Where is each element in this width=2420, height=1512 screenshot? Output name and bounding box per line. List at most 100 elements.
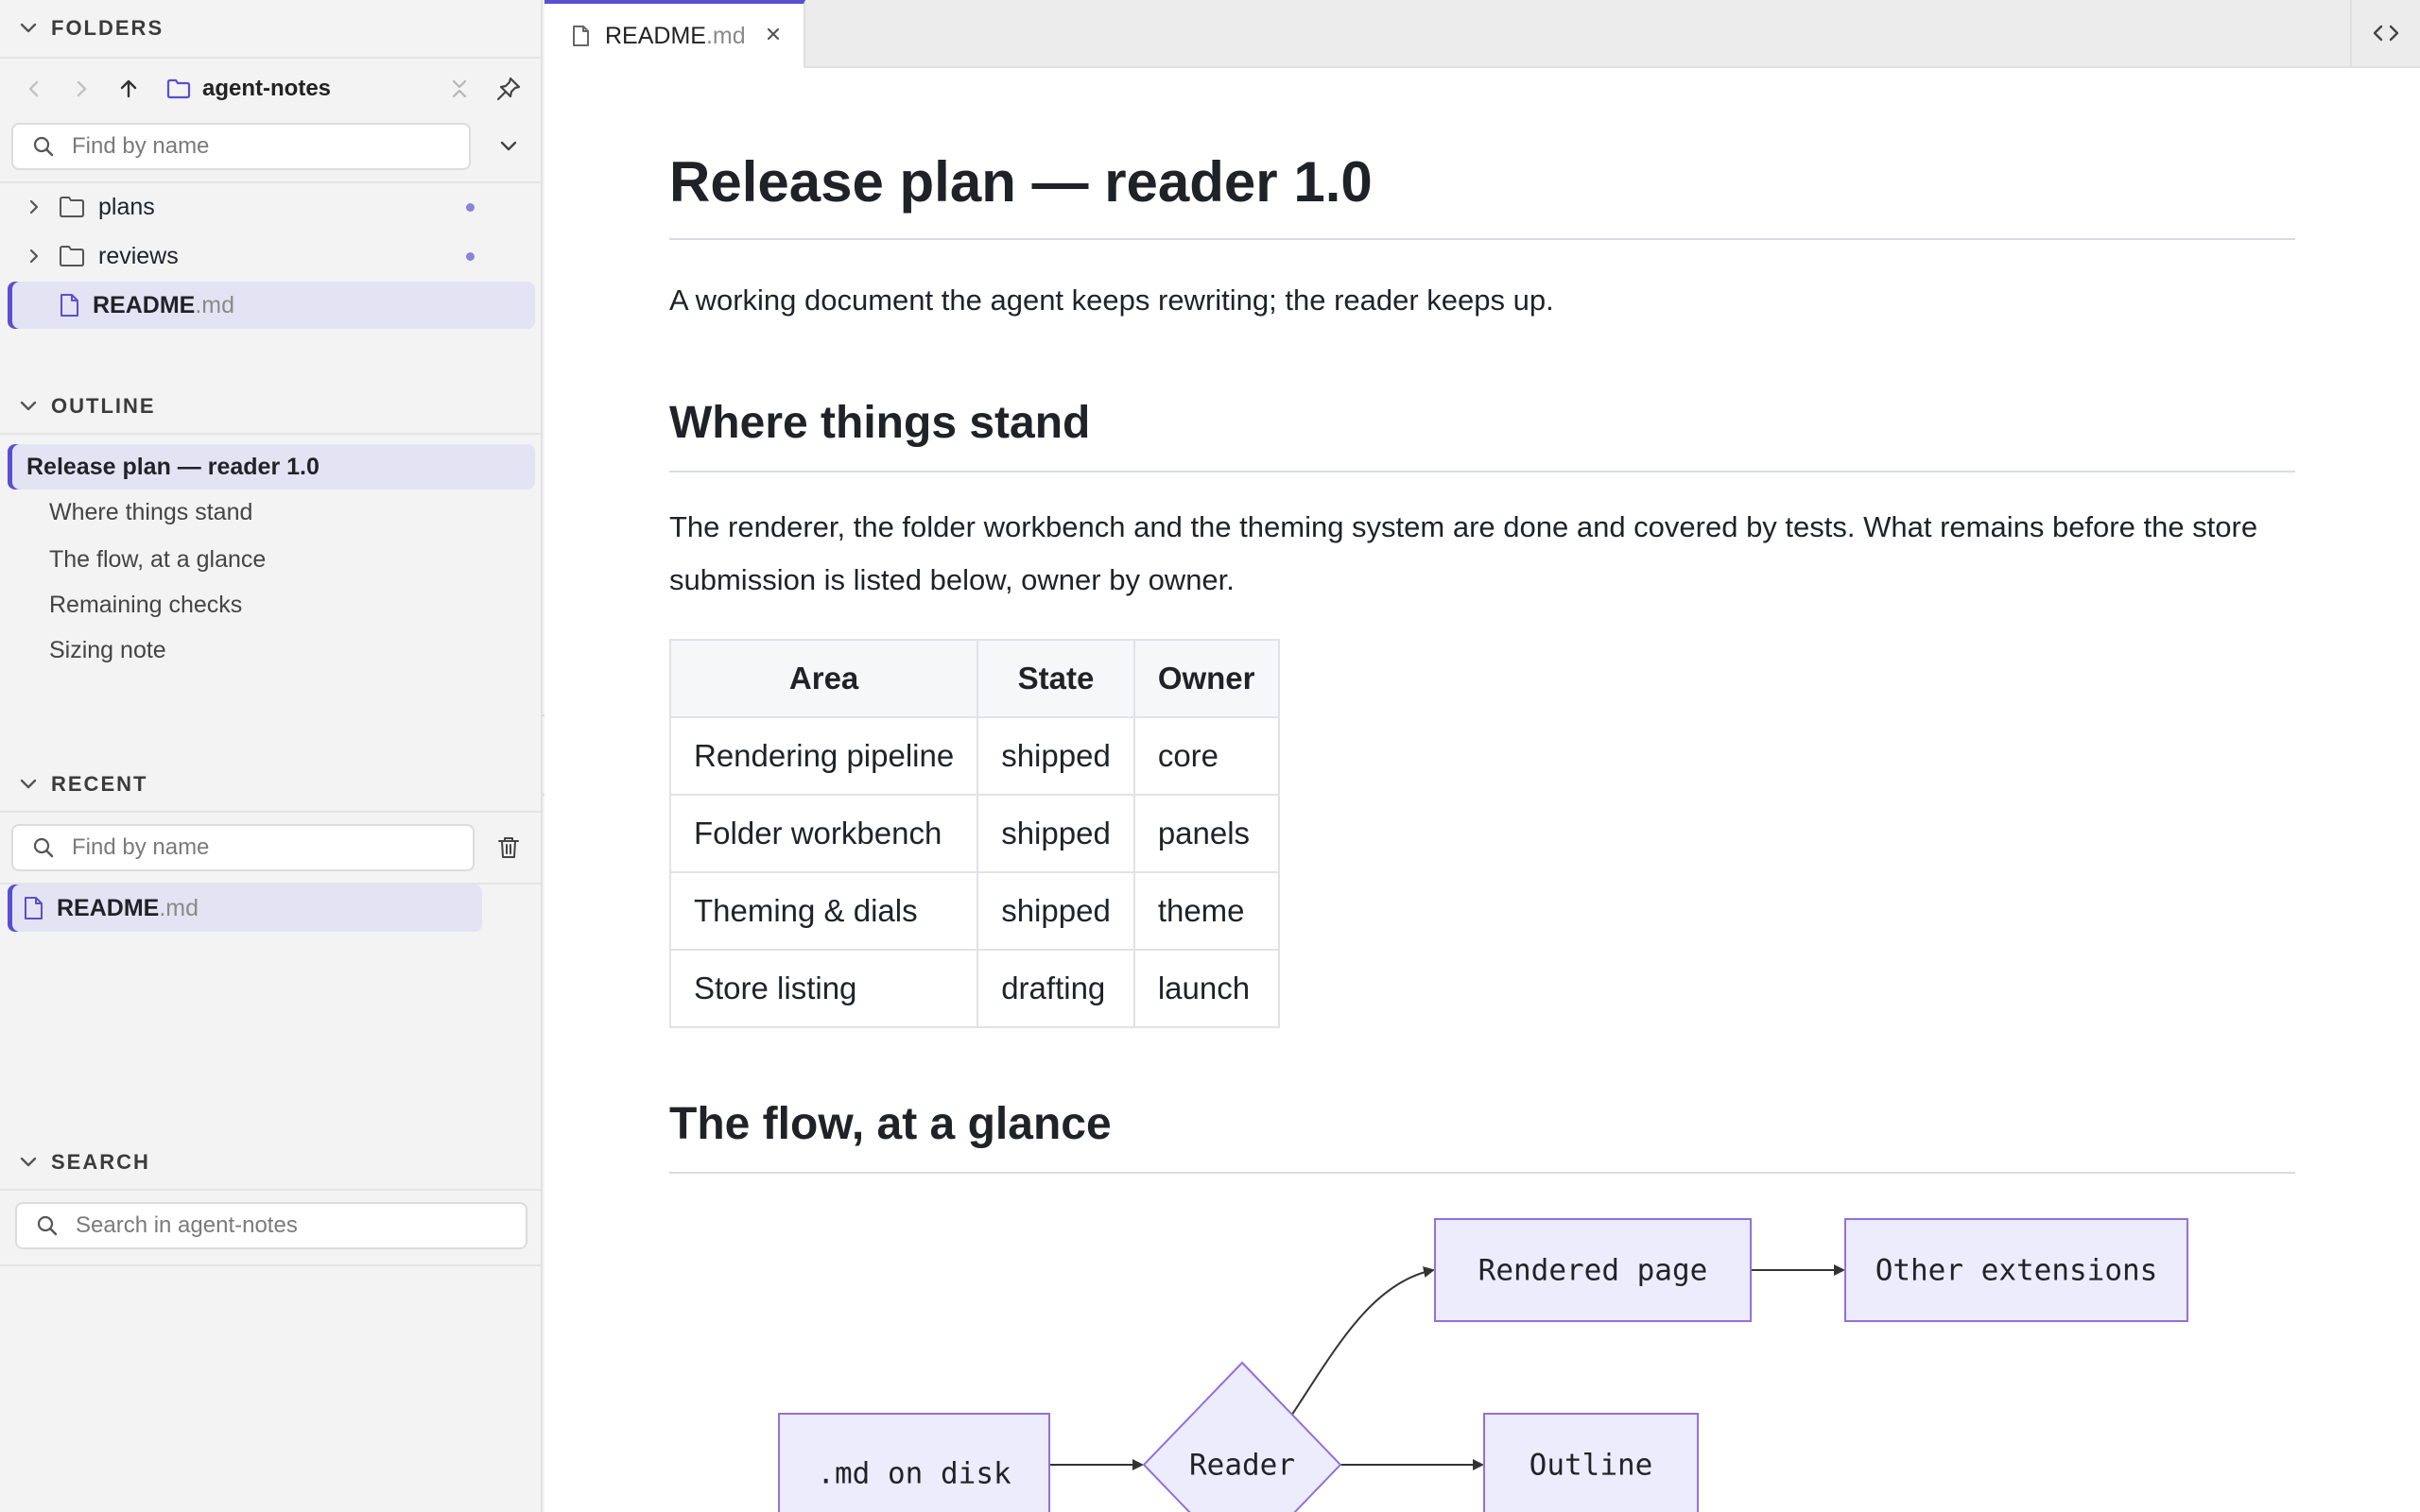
tree-item-reviews[interactable]: reviews [8,232,535,280]
change-indicator [466,251,475,261]
close-icon [767,27,780,41]
back-button[interactable] [15,70,53,108]
tree-item-plans[interactable]: plans [8,183,535,231]
code-icon [2373,25,2399,42]
folder-icon [166,78,191,99]
current-folder-breadcrumb[interactable]: agent-notes [166,62,331,115]
change-indicator [466,202,475,212]
heading-rule [669,238,2295,240]
forward-button[interactable] [62,70,100,108]
table-row: Store listing drafting launch [668,949,1280,1028]
close-tab-button[interactable] [764,25,783,43]
outline-item-where-things-stand[interactable]: Where things stand [8,490,535,535]
chevron-down-icon [19,19,38,38]
status-table: Area State Owner Rendering pipeline ship… [668,639,1280,1028]
document-view: Release plan — reader 1.0 A working docu… [544,68,2420,1512]
search-section-header[interactable]: SEARCH [0,1136,541,1189]
recent-item-readme[interactable]: README .md [8,885,482,932]
table-cell: panels [1132,794,1280,873]
folder-icon [59,196,85,218]
doc-title: Release plan — reader 1.0 [669,150,1373,214]
divider [0,433,541,435]
flow-node-label: Reader [1189,1449,1295,1483]
heading-rule [669,1172,2295,1174]
flow-diagram: .md on disk Reader Rendered page Outline… [778,1218,2188,1512]
search-input[interactable] [76,1212,492,1239]
file-icon [59,293,79,318]
search-icon [33,837,54,858]
file-extension: .md [159,894,199,921]
arrow-up-icon [120,79,137,98]
folders-toolbar: agent-notes [0,62,541,115]
view-source-button[interactable] [2350,0,2420,66]
collapse-all-icon [452,79,467,98]
heading-flow: The flow, at a glance [669,1099,1112,1149]
recent-find-input[interactable] [72,834,412,861]
find-options-button[interactable] [488,125,529,166]
flow-node-outline: Outline [1483,1413,1699,1512]
collapse-all-button[interactable] [441,70,478,108]
heading-rule [669,471,2295,472]
doc-intro: A working document the agent keeps rewri… [669,284,1554,317]
tree-item-readme[interactable]: README .md [8,282,535,329]
flow-node-label: Rendered page [1478,1254,1708,1288]
recent-section-header[interactable]: RECENT [0,758,541,811]
clear-recent-button[interactable] [488,827,529,868]
flow-edge [1283,1266,1435,1428]
table-cell: Theming & dials [668,871,979,951]
search-icon [37,1215,58,1236]
outline-item-release-plan[interactable]: Release plan — reader 1.0 [8,444,535,490]
tree-item-label: plans [98,193,155,220]
flow-node-label: Outline [1530,1449,1653,1483]
pin-icon [496,77,521,101]
table-cell: core [1132,716,1280,796]
folders-section-header[interactable]: FOLDERS [0,2,541,55]
outline-item-remaining-checks[interactable]: Remaining checks [8,582,535,627]
chevron-down-icon [19,775,38,794]
folders-title: FOLDERS [51,16,164,40]
divider [0,811,541,813]
outline-title: OUTLINE [51,394,156,418]
outline-item-flow[interactable]: The flow, at a glance [8,537,535,582]
table-header: Owner [1132,639,1280,718]
chevron-down-icon [19,397,38,416]
table-cell: launch [1132,949,1280,1028]
outline-section-header[interactable]: OUTLINE [0,380,541,433]
folders-find-input[interactable] [72,133,412,160]
pin-button[interactable] [490,70,527,108]
chevron-right-icon [17,248,51,265]
table-header-row: Area State Owner [668,639,1280,718]
outline-item-sizing-note[interactable]: Sizing note [8,627,535,673]
flow-node-label: Other extensions [1876,1254,2158,1288]
tab-extension: .md [705,22,746,49]
sidebar: FOLDERS agent-notes plans [0,0,543,1512]
file-icon [573,26,589,46]
recent-title: RECENT [51,772,148,796]
chevron-right-icon [17,198,51,215]
search-box [15,1202,527,1249]
search-icon [33,136,54,157]
flow-node-other: Other extensions [1844,1218,2188,1322]
folders-find-box [11,123,471,170]
file-icon [23,896,43,920]
table-cell: Folder workbench [668,794,979,873]
tab-readme[interactable]: README.md [544,0,805,68]
table-cell: drafting [977,949,1135,1028]
table-cell: shipped [977,716,1135,796]
up-button[interactable] [110,70,147,108]
tree-item-label: reviews [98,242,179,269]
table-cell: shipped [977,794,1135,873]
flow-node-disk: .md on disk [778,1413,1050,1512]
table-cell: Rendering pipeline [668,716,979,796]
divider [0,1189,541,1191]
file-extension: .md [195,291,235,318]
table-header: State [977,639,1135,718]
table-cell: theme [1132,871,1280,951]
table-row: Folder workbench shipped panels [668,794,1280,873]
divider [0,1264,541,1266]
chevron-down-icon [19,1153,38,1172]
chevron-left-icon [28,80,39,97]
divider [0,57,541,59]
flow-node-label: .md on disk [817,1457,1011,1491]
table-cell: shipped [977,871,1135,951]
